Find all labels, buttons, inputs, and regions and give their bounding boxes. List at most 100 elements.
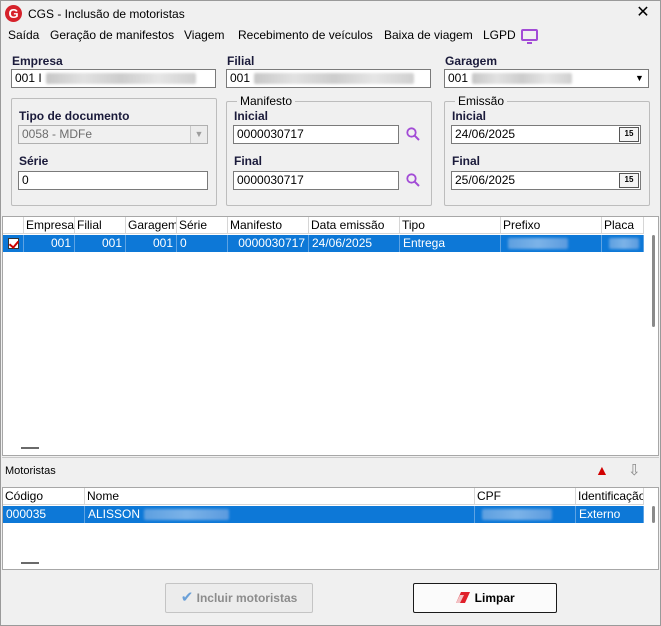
emissao-final-label: Final	[452, 154, 481, 168]
emissao-inicial-label: Inicial	[452, 109, 487, 123]
cell-placa	[602, 235, 644, 252]
motoristas-toolbar	[2, 457, 659, 485]
table-row[interactable]: 000035 ALISSON Externo	[3, 506, 644, 523]
redacted-text	[609, 238, 639, 250]
manifesto-inicial-field[interactable]: 0000030717	[233, 125, 399, 144]
monitor-icon[interactable]	[521, 29, 538, 44]
check-icon: ✔	[180, 589, 194, 606]
motoristas-header-nome[interactable]: Nome	[85, 488, 475, 505]
serie-value: 0	[22, 173, 29, 187]
motoristas-vertical-scrollbar[interactable]	[652, 506, 655, 523]
grid-header-serie[interactable]: Série	[177, 217, 228, 234]
search-icon[interactable]	[406, 127, 420, 141]
checkbox-checked[interactable]	[8, 238, 19, 249]
cell-identificacao: Externo	[576, 506, 644, 523]
manifest-grid[interactable]: Empresa Filial Garagem Série Manifesto D…	[2, 216, 659, 456]
grid-header-data-emissao[interactable]: Data emissão	[309, 217, 400, 234]
grid-vertical-scrollbar[interactable]	[652, 235, 655, 327]
filial-field[interactable]: 001	[226, 69, 431, 88]
empresa-label: Empresa	[12, 54, 63, 68]
tipo-documento-select[interactable]: 0058 - MDFe ▼	[18, 125, 208, 144]
motoristas-header-identificacao[interactable]: Identificação	[576, 488, 644, 505]
cell-manifesto: 0000030717	[228, 235, 309, 252]
manifesto-final-label: Final	[234, 154, 263, 168]
manifesto-final-field[interactable]: 0000030717	[233, 171, 399, 190]
grid-header-check	[3, 217, 24, 234]
menu-saida[interactable]: Saída	[8, 28, 39, 42]
menu-baixa-viagem[interactable]: Baixa de viagem	[384, 28, 473, 42]
cell-garagem: 001	[126, 235, 177, 252]
close-icon[interactable]: ✕	[634, 4, 652, 22]
menu-geracao-manifestos[interactable]: Geração de manifestos	[50, 28, 174, 42]
menu-bar: Saída Geração de manifestos Viagem Receb…	[1, 27, 660, 45]
grid-horizontal-scrollbar[interactable]	[21, 447, 39, 449]
manifesto-inicial-label: Inicial	[234, 109, 269, 123]
window-title: CGS - Inclusão de motoristas	[28, 7, 185, 21]
table-row[interactable]: 001 001 001 0 0000030717 24/06/2025 Entr…	[3, 235, 644, 252]
filial-value: 001	[230, 71, 251, 85]
serie-label: Série	[19, 154, 49, 168]
grid-header-placa[interactable]: Placa	[602, 217, 644, 234]
garagem-label: Garagem	[445, 54, 498, 68]
manifesto-final-value: 0000030717	[237, 173, 304, 187]
emissao-inicial-field[interactable]: 24/06/2025 15	[451, 125, 641, 144]
garagem-value: 001	[448, 71, 469, 85]
menu-lgpd[interactable]: LGPD	[483, 28, 516, 42]
incluir-motoristas-label: Incluir motoristas	[196, 591, 298, 605]
tipo-documento-value: 0058 - MDFe	[22, 127, 93, 141]
redacted-text	[144, 509, 230, 521]
redacted-text	[472, 73, 573, 85]
serie-field[interactable]: 0	[18, 171, 208, 190]
motoristas-header-cpf[interactable]: CPF	[475, 488, 576, 505]
grid-header-empresa[interactable]: Empresa	[24, 217, 75, 234]
cell-tipo: Entrega	[400, 235, 501, 252]
grid-header-tipo[interactable]: Tipo	[400, 217, 501, 234]
garagem-select[interactable]: 001 ▼	[444, 69, 649, 88]
grid-header-garagem[interactable]: Garagem	[126, 217, 177, 234]
tipo-documento-label: Tipo de documento	[19, 109, 130, 123]
cell-filial: 001	[75, 235, 126, 252]
manifesto-inicial-value: 0000030717	[237, 127, 304, 141]
row-checkbox-cell[interactable]	[3, 235, 24, 252]
limpar-label: Limpar	[474, 591, 515, 605]
empresa-value: 001 I	[15, 71, 42, 85]
chevron-down-icon[interactable]: ▼	[631, 70, 648, 87]
move-down-icon[interactable]: ⇩	[628, 461, 641, 479]
cell-empresa: 001	[24, 235, 75, 252]
redacted-text	[45, 73, 196, 85]
limpar-button[interactable]: Limpar	[413, 583, 557, 613]
motoristas-label: Motoristas	[5, 465, 56, 477]
emissao-final-value: 25/06/2025	[455, 173, 516, 187]
incluir-motoristas-button[interactable]: ✔ Incluir motoristas	[165, 583, 313, 613]
cell-nome: ALISSON	[85, 506, 475, 523]
emissao-final-field[interactable]: 25/06/2025 15	[451, 171, 641, 190]
nome-value: ALISSON	[88, 507, 141, 521]
emissao-inicial-value: 24/06/2025	[455, 127, 516, 141]
menu-recebimento-veiculos[interactable]: Recebimento de veículos	[238, 28, 373, 42]
empresa-field[interactable]: 001 I	[11, 69, 216, 88]
redacted-text	[508, 238, 568, 250]
calendar-icon[interactable]: 15	[619, 173, 639, 188]
cell-cpf	[475, 506, 576, 523]
app-logo-icon: G	[5, 5, 22, 22]
search-icon[interactable]	[406, 173, 420, 187]
menu-viagem[interactable]: Viagem	[184, 28, 224, 42]
emissao-caption: Emissão	[455, 94, 508, 108]
grid-header-prefixo[interactable]: Prefixo	[501, 217, 602, 234]
redacted-text	[254, 73, 415, 85]
redacted-text	[482, 509, 552, 521]
motoristas-header-codigo[interactable]: Código	[3, 488, 85, 505]
main-window: G CGS - Inclusão de motoristas ✕ Saída G…	[0, 0, 661, 626]
motoristas-grid[interactable]: Código Nome CPF Identificação 000035 ALI…	[2, 487, 659, 570]
cell-codigo: 000035	[3, 506, 85, 523]
cell-prefixo	[501, 235, 602, 252]
cell-data-emissao: 24/06/2025	[309, 235, 400, 252]
motoristas-horizontal-scrollbar[interactable]	[21, 562, 39, 564]
calendar-icon[interactable]: 15	[619, 127, 639, 142]
cell-serie: 0	[177, 235, 228, 252]
move-up-icon[interactable]: ▲	[595, 462, 609, 478]
chevron-down-icon[interactable]: ▼	[190, 126, 207, 143]
eraser-icon	[456, 592, 471, 603]
grid-header-manifesto[interactable]: Manifesto	[228, 217, 309, 234]
grid-header-filial[interactable]: Filial	[75, 217, 126, 234]
